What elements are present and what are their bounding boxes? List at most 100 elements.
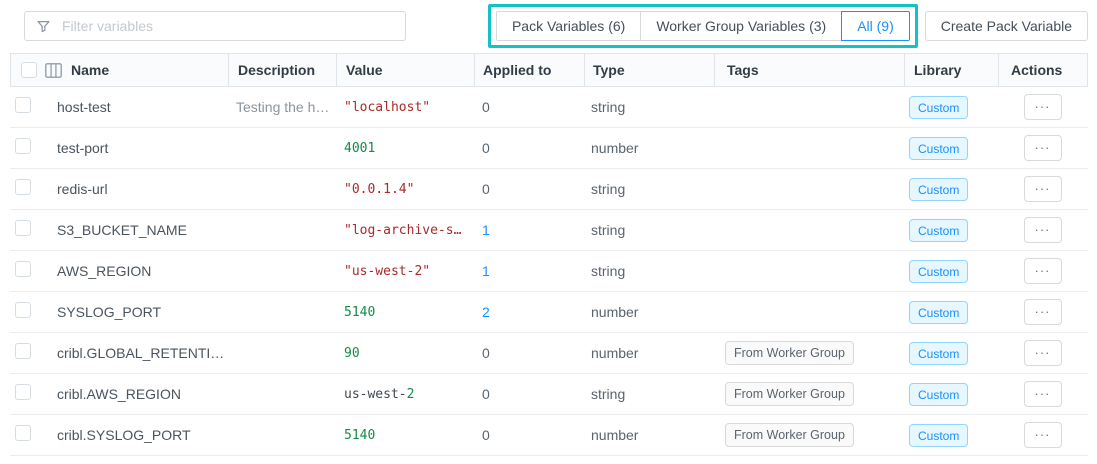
column-header-description: Description: [228, 54, 336, 86]
row-actions-button[interactable]: ···: [1024, 381, 1062, 407]
applied-to-count: 0: [482, 140, 490, 156]
variable-type: number: [583, 304, 713, 320]
variable-type: string: [583, 222, 713, 238]
applied-to-link[interactable]: 2: [482, 304, 490, 320]
variable-name: cribl.SYSLOG_PORT: [40, 427, 227, 443]
tag: From Worker Group: [725, 423, 854, 447]
variable-type: string: [583, 181, 713, 197]
row-checkbox[interactable]: [15, 343, 31, 359]
variable-type: number: [583, 140, 713, 156]
value-token-number: 5140: [344, 428, 375, 443]
column-header-library: Library: [904, 54, 998, 86]
variable-type: number: [583, 427, 713, 443]
value-token-number: 5140: [344, 305, 375, 320]
value-token-string: "log-archive-s…: [344, 223, 461, 238]
library-badge: Custom: [909, 219, 968, 242]
row-checkbox[interactable]: [15, 179, 31, 195]
variable-value: "log-archive-s…: [335, 223, 473, 238]
applied-to-count: 0: [482, 345, 490, 361]
row-checkbox[interactable]: [15, 97, 31, 113]
column-header-name: Name: [71, 62, 109, 78]
library-badge: Custom: [909, 96, 968, 119]
table-row: test-port 4001 0 number Custom ···: [10, 128, 1088, 169]
library-badge: Custom: [909, 383, 968, 406]
row-actions-button[interactable]: ···: [1024, 258, 1062, 284]
row-actions-button[interactable]: ···: [1024, 422, 1062, 448]
variable-type: number: [583, 345, 713, 361]
table-row: cribl.GLOBAL_RETENTI… 90 0 number From W…: [10, 333, 1088, 374]
applied-to-count: 0: [482, 99, 490, 115]
variable-value: "localhost": [335, 100, 473, 115]
table-row: AWS_REGION "us-west-2" 1 string Custom ·…: [10, 251, 1088, 292]
row-actions-button[interactable]: ···: [1024, 176, 1062, 202]
variable-value: 4001: [335, 141, 473, 156]
variable-tags: From Worker Group: [713, 382, 903, 406]
value-token-string: "0.0.1.4": [344, 182, 414, 197]
filter-variables-input[interactable]: [60, 17, 394, 35]
row-checkbox[interactable]: [15, 261, 31, 277]
column-settings-icon[interactable]: [45, 63, 62, 78]
table-row: SYSLOG_PORT 5140 2 number Custom ···: [10, 292, 1088, 333]
toolbar: Pack Variables (6) Worker Group Variable…: [0, 0, 1097, 52]
row-actions-button[interactable]: ···: [1024, 217, 1062, 243]
row-actions-button[interactable]: ···: [1024, 135, 1062, 161]
variable-type: string: [583, 386, 713, 402]
value-token-number: 90: [344, 346, 360, 361]
row-actions-button[interactable]: ···: [1024, 299, 1062, 325]
library-badge: Custom: [909, 260, 968, 283]
applied-to-count: 0: [482, 427, 490, 443]
variable-value: us-west-2: [335, 387, 473, 402]
variable-name: redis-url: [40, 181, 227, 197]
tab-pack-variables[interactable]: Pack Variables (6): [496, 11, 641, 41]
applied-to-link[interactable]: 1: [482, 263, 490, 279]
value-token-number: 2: [407, 387, 415, 402]
variable-value: "us-west-2": [335, 264, 473, 279]
variable-type: string: [583, 99, 713, 115]
row-checkbox[interactable]: [15, 384, 31, 400]
tab-all-variables[interactable]: All (9): [841, 11, 910, 41]
select-all-checkbox[interactable]: [21, 62, 37, 78]
row-checkbox[interactable]: [15, 138, 31, 154]
value-token-plain: us-west-: [344, 387, 407, 402]
row-checkbox[interactable]: [15, 220, 31, 236]
column-header-value: Value: [336, 54, 474, 86]
table-row: S3_BUCKET_NAME "log-archive-s… 1 string …: [10, 210, 1088, 251]
tab-worker-group-variables[interactable]: Worker Group Variables (3): [640, 11, 842, 41]
table-row: cribl.AWS_REGION us-west-2 0 string From…: [10, 374, 1088, 415]
table-row: redis-url "0.0.1.4" 0 string Custom ···: [10, 169, 1088, 210]
tag: From Worker Group: [725, 341, 854, 365]
filter-funnel-icon: [36, 19, 51, 34]
column-header-tags: Tags: [714, 54, 904, 86]
library-badge: Custom: [909, 137, 968, 160]
variable-name: S3_BUCKET_NAME: [40, 222, 227, 238]
pack-variables-page: Pack Variables (6) Worker Group Variable…: [0, 0, 1097, 456]
row-actions-button[interactable]: ···: [1024, 94, 1062, 120]
variable-value: "0.0.1.4": [335, 182, 473, 197]
variable-name: test-port: [40, 140, 227, 156]
variable-description: Testing the h…: [227, 99, 335, 115]
row-checkbox[interactable]: [15, 302, 31, 318]
value-token-number: 4001: [344, 141, 375, 156]
table-header: Name Description Value Applied to Type T…: [10, 53, 1088, 87]
column-header-actions: Actions: [998, 54, 1087, 86]
applied-to-count: 0: [482, 181, 490, 197]
tag: From Worker Group: [725, 382, 854, 406]
row-checkbox[interactable]: [15, 425, 31, 441]
variable-name: cribl.GLOBAL_RETENTI…: [40, 345, 227, 361]
variables-tab-group: Pack Variables (6) Worker Group Variable…: [496, 11, 910, 41]
variable-tags: From Worker Group: [713, 341, 903, 365]
row-actions-button[interactable]: ···: [1024, 340, 1062, 366]
library-badge: Custom: [909, 301, 968, 324]
variable-type: string: [583, 263, 713, 279]
applied-to-count: 0: [482, 386, 490, 402]
variables-table: Name Description Value Applied to Type T…: [10, 53, 1088, 456]
filter-variables-box[interactable]: [24, 11, 406, 41]
column-header-applied-to: Applied to: [474, 54, 584, 86]
table-body: host-test Testing the h… "localhost" 0 s…: [10, 87, 1088, 456]
create-pack-variable-button[interactable]: Create Pack Variable: [925, 11, 1088, 41]
variable-tags: From Worker Group: [713, 423, 903, 447]
variable-name: cribl.AWS_REGION: [40, 386, 227, 402]
table-row: cribl.SYSLOG_PORT 5140 0 number From Wor…: [10, 415, 1088, 456]
applied-to-link[interactable]: 1: [482, 222, 490, 238]
value-token-string: "us-west-2": [344, 264, 430, 279]
